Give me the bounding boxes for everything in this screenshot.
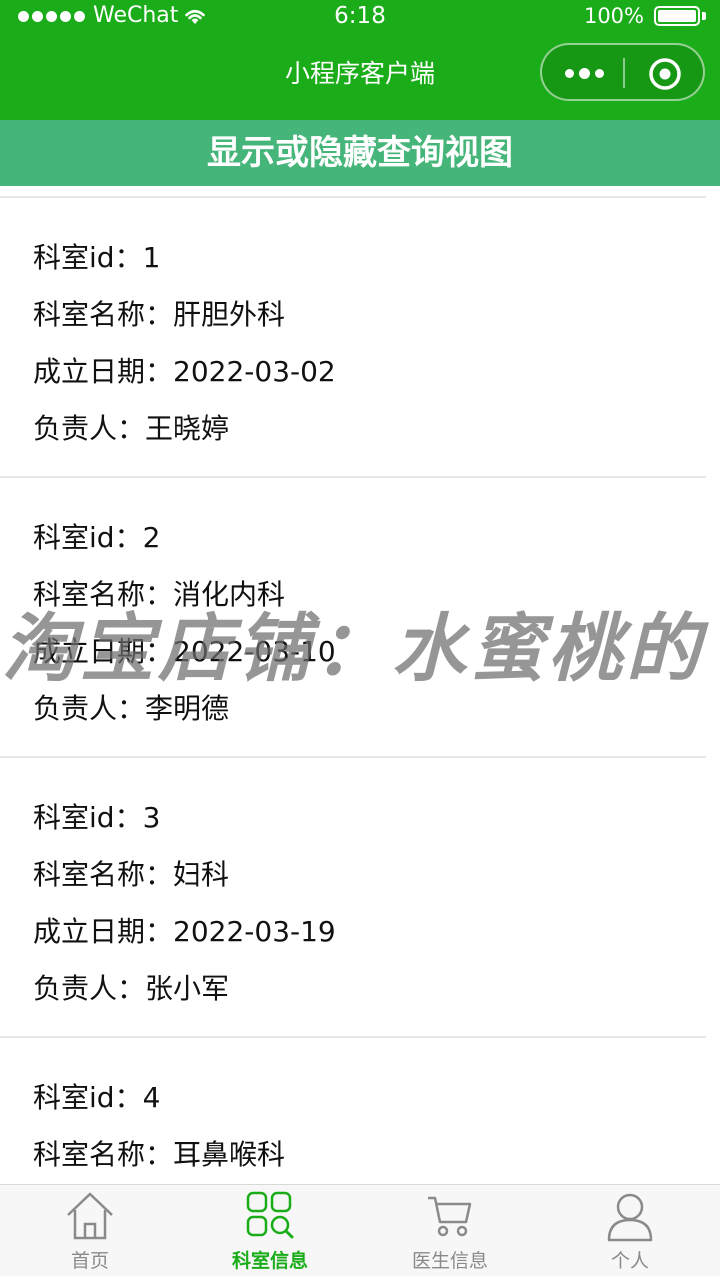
head-person-row: 负责人：李明德 bbox=[33, 691, 229, 727]
founding-date-row: 成立日期：2022-03-10 bbox=[33, 634, 336, 670]
battery-icon bbox=[654, 6, 700, 26]
department-name-value: 消化内科 bbox=[173, 578, 286, 611]
field-label: 科室名称： bbox=[33, 1138, 174, 1171]
department-name-value: 妇科 bbox=[173, 858, 230, 891]
department-id-value: 2 bbox=[142, 521, 161, 554]
toggle-query-view-button[interactable]: 显示或隐藏查询视图 bbox=[0, 120, 720, 186]
tab-home[interactable]: 首页 bbox=[0, 1185, 180, 1277]
field-label: 科室id： bbox=[33, 241, 143, 274]
field-label: 科室名称： bbox=[33, 578, 174, 611]
department-name-value: 肝胆外科 bbox=[173, 298, 286, 331]
head-person-value: 张小军 bbox=[145, 972, 230, 1005]
field-label: 负责人： bbox=[33, 972, 146, 1005]
field-label: 科室名称： bbox=[33, 298, 174, 331]
field-label: 负责人： bbox=[33, 692, 146, 725]
department-name-row: 科室名称：肝胆外科 bbox=[33, 297, 285, 333]
founding-date-value: 2022-03-02 bbox=[173, 355, 336, 388]
more-options-icon[interactable] bbox=[560, 61, 608, 85]
field-label: 科室id： bbox=[33, 801, 143, 834]
status-bar: WeChat 6:18 100% bbox=[0, 0, 720, 34]
department-card[interactable]: 科室id：1 科室名称：肝胆外科 成立日期：2022-03-02 负责人：王晓婷 bbox=[0, 198, 706, 478]
department-card[interactable]: 科室id：2 科室名称：消化内科 成立日期：2022-03-10 负责人：李明德 bbox=[0, 478, 706, 758]
department-list[interactable]: 科室id：1 科室名称：肝胆外科 成立日期：2022-03-02 负责人：王晓婷… bbox=[0, 186, 720, 1184]
battery-status: 100% bbox=[584, 4, 706, 28]
field-label: 成立日期： bbox=[33, 635, 174, 668]
department-id-value: 4 bbox=[142, 1081, 161, 1114]
head-person-row: 负责人：张小军 bbox=[33, 971, 229, 1007]
tab-label: 首页 bbox=[70, 1250, 109, 1272]
field-label: 科室名称： bbox=[33, 858, 174, 891]
department-id-row: 科室id：1 bbox=[33, 240, 160, 276]
person-icon bbox=[607, 1193, 653, 1242]
tab-department-info[interactable]: 科室信息 bbox=[180, 1185, 360, 1277]
field-label: 科室id： bbox=[33, 521, 143, 554]
department-id-value: 1 bbox=[142, 241, 161, 274]
tab-label: 个人 bbox=[610, 1250, 649, 1272]
department-card[interactable]: 科室id：4 科室名称：耳鼻喉科 bbox=[0, 1038, 706, 1184]
tab-label: 科室信息 bbox=[231, 1250, 308, 1272]
battery-percent: 100% bbox=[583, 4, 644, 28]
miniprogram-capsule bbox=[540, 43, 705, 101]
field-label: 负责人： bbox=[33, 412, 146, 445]
tab-bar: 首页 科室信息 医生信息 个人 bbox=[0, 1184, 720, 1276]
field-label: 成立日期： bbox=[33, 355, 174, 388]
head-person-value: 李明德 bbox=[145, 692, 230, 725]
department-search-icon bbox=[246, 1191, 294, 1239]
department-name-row: 科室名称：消化内科 bbox=[33, 577, 285, 613]
department-name-value: 耳鼻喉科 bbox=[173, 1138, 286, 1171]
founding-date-row: 成立日期：2022-03-02 bbox=[33, 354, 336, 390]
department-name-row: 科室名称：妇科 bbox=[33, 857, 229, 893]
battery-tip bbox=[702, 12, 706, 20]
department-card[interactable]: 科室id：3 科室名称：妇科 成立日期：2022-03-19 负责人：张小军 bbox=[0, 758, 706, 1038]
department-id-row: 科室id：3 bbox=[33, 800, 160, 836]
home-icon bbox=[67, 1192, 113, 1240]
head-person-value: 王晓婷 bbox=[145, 412, 230, 445]
cart-icon bbox=[428, 1196, 472, 1237]
tab-personal[interactable]: 个人 bbox=[540, 1185, 720, 1277]
founding-date-value: 2022-03-19 bbox=[173, 915, 336, 948]
founding-date-value: 2022-03-10 bbox=[173, 635, 336, 668]
field-label: 科室id： bbox=[33, 1081, 143, 1114]
department-id-row: 科室id：2 bbox=[33, 520, 160, 556]
navigation-bar: 小程序客户端 bbox=[0, 34, 720, 120]
department-name-row: 科室名称：耳鼻喉科 bbox=[33, 1137, 285, 1173]
department-id-value: 3 bbox=[142, 801, 161, 834]
battery-level-fill bbox=[658, 10, 696, 22]
tab-label: 医生信息 bbox=[411, 1250, 488, 1272]
head-person-row: 负责人：王晓婷 bbox=[33, 411, 229, 447]
department-id-row: 科室id：4 bbox=[33, 1080, 160, 1116]
tab-doctor-info[interactable]: 医生信息 bbox=[360, 1185, 540, 1277]
founding-date-row: 成立日期：2022-03-19 bbox=[33, 914, 336, 950]
field-label: 成立日期： bbox=[33, 915, 174, 948]
close-miniprogram-icon[interactable] bbox=[648, 57, 682, 91]
capsule-divider bbox=[623, 58, 625, 88]
